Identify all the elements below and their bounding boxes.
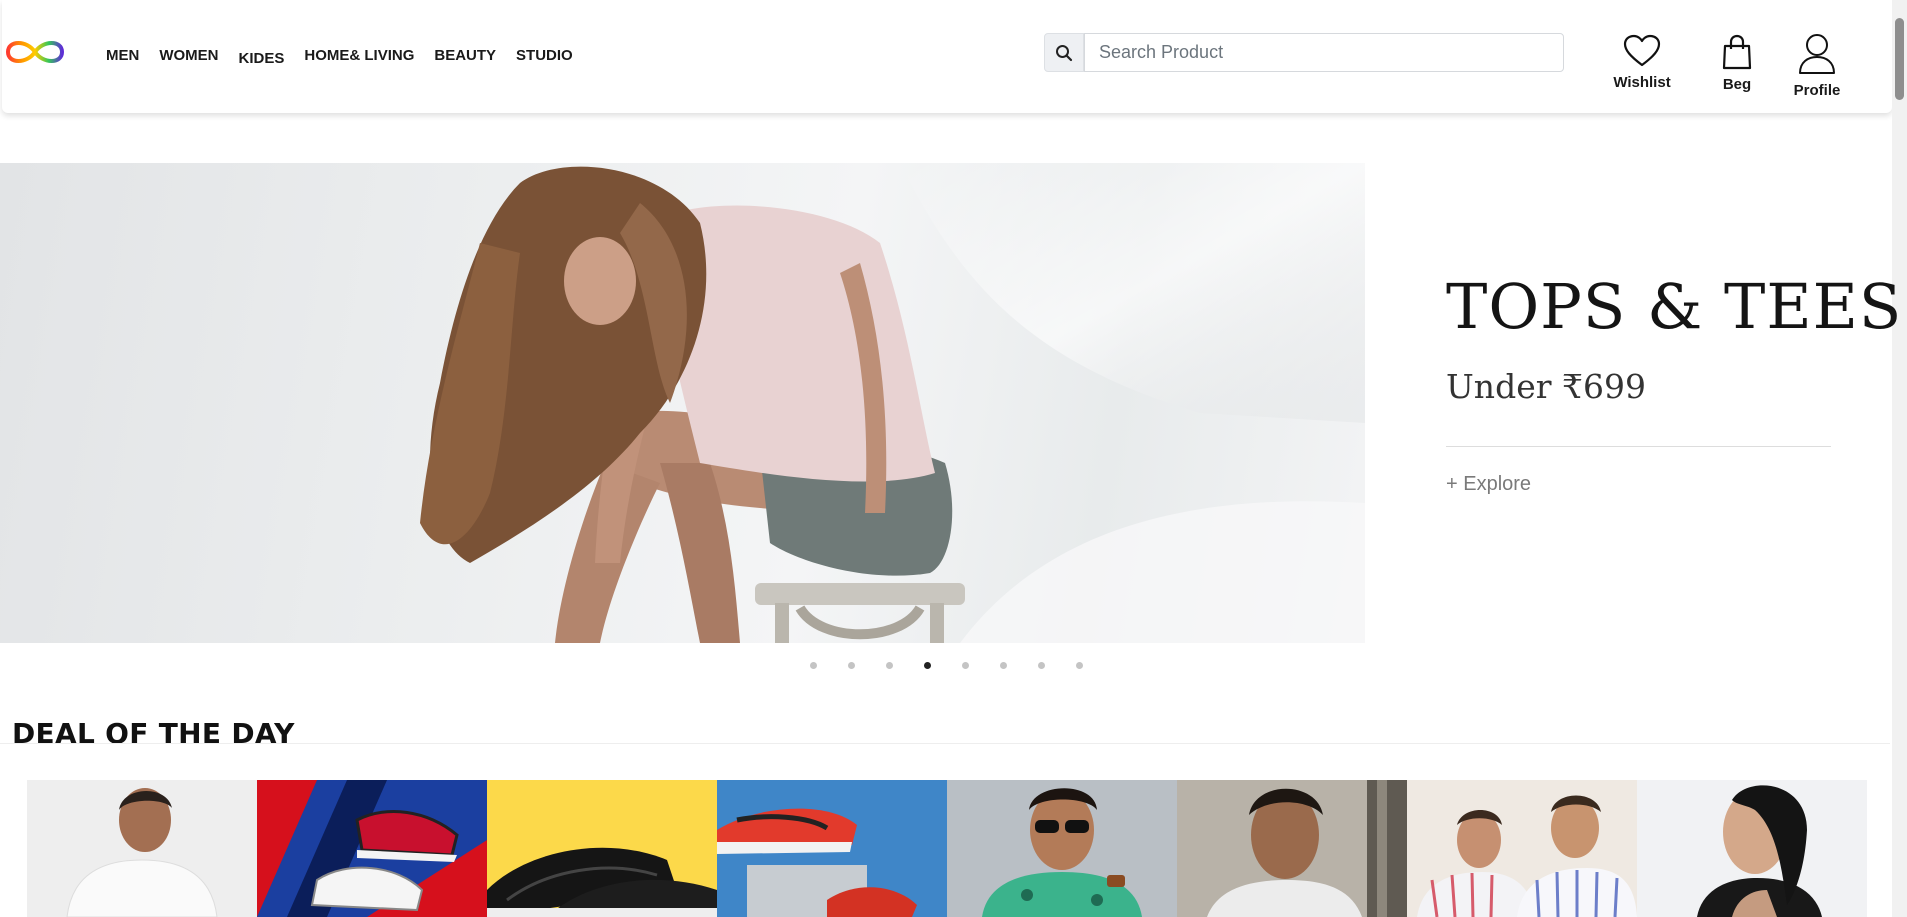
nav-link-home-living[interactable]: HOME& LIVING <box>304 47 414 64</box>
man-white-shirt-icon <box>27 780 257 917</box>
man-portrait-icon <box>1177 780 1407 917</box>
brand-logo-icon[interactable] <box>2 36 68 68</box>
deal-card-black-shoes-yellow[interactable] <box>487 780 717 917</box>
shopping-bag-icon <box>1722 34 1752 70</box>
user-icon <box>1799 34 1835 74</box>
profile-label: Profile <box>1793 82 1841 99</box>
deal-card-white-shirt-man[interactable] <box>27 780 257 917</box>
deal-card-sport-shoes-blue[interactable] <box>717 780 947 917</box>
profile-button[interactable]: Profile <box>1788 32 1846 99</box>
carousel-dot-3[interactable] <box>886 662 893 669</box>
carousel-dot-7[interactable] <box>1038 662 1045 669</box>
scrollbar-thumb[interactable] <box>1895 18 1904 100</box>
red-sneaker-icon <box>257 780 487 917</box>
bag-button[interactable]: Beg <box>1714 34 1760 93</box>
deal-card-woman-profile[interactable] <box>1637 780 1867 917</box>
deal-card-man-portrait[interactable] <box>1177 780 1407 917</box>
hero-title: TOPS & TEES <box>1446 270 1903 343</box>
nav-link-women[interactable]: WOMEN <box>159 47 218 64</box>
deal-card-sunglasses-man[interactable] <box>947 780 1177 917</box>
deal-carousel <box>27 780 1867 917</box>
search-input[interactable] <box>1084 33 1564 72</box>
wishlist-label: Wishlist <box>1613 74 1671 91</box>
section-divider <box>0 743 1890 744</box>
black-shoes-icon <box>487 780 717 917</box>
heart-icon <box>1623 34 1661 67</box>
man-sunglasses-icon <box>947 780 1177 917</box>
nav-link-men[interactable]: MEN <box>106 47 139 64</box>
deal-card-two-men-shirts[interactable] <box>1407 780 1637 917</box>
carousel-dot-6[interactable] <box>1000 662 1007 669</box>
woman-profile-icon <box>1637 780 1867 917</box>
hero-subtitle: Under ₹699 <box>1446 367 1646 406</box>
wishlist-button[interactable]: Wishlist <box>1610 34 1674 91</box>
explore-link[interactable]: + Explore <box>1446 473 1902 496</box>
carousel-dot-5[interactable] <box>962 662 969 669</box>
hero-copy: TOPS & TEES Under ₹699 + Explore <box>1446 270 1902 496</box>
bag-label: Beg <box>1722 76 1752 93</box>
sport-shoes-icon <box>717 780 947 917</box>
carousel-dots <box>810 662 1083 669</box>
woman-sitting-icon <box>420 163 1365 643</box>
nav-link-studio[interactable]: STUDIO <box>516 47 573 64</box>
hero-banner-image[interactable] <box>0 163 1365 643</box>
deal-card-red-sneakers[interactable] <box>257 780 487 917</box>
search-button[interactable] <box>1044 33 1084 72</box>
nav-link-beauty[interactable]: BEAUTY <box>434 47 496 64</box>
search-icon <box>1056 44 1073 61</box>
top-navbar: MEN WOMEN KIDES HOME& LIVING BEAUTY STUD… <box>2 0 1892 113</box>
carousel-dot-2[interactable] <box>848 662 855 669</box>
nav-link-kides[interactable]: KIDES <box>239 50 285 67</box>
two-men-shirts-icon <box>1407 780 1637 917</box>
carousel-dot-1[interactable] <box>810 662 817 669</box>
main-nav: MEN WOMEN KIDES HOME& LIVING BEAUTY STUD… <box>106 47 593 67</box>
carousel-dot-8[interactable] <box>1076 662 1083 669</box>
hero-divider <box>1446 446 1831 447</box>
carousel-dot-4[interactable] <box>924 662 931 669</box>
deal-of-the-day-heading: DEAL OF THE DAY <box>12 717 295 750</box>
